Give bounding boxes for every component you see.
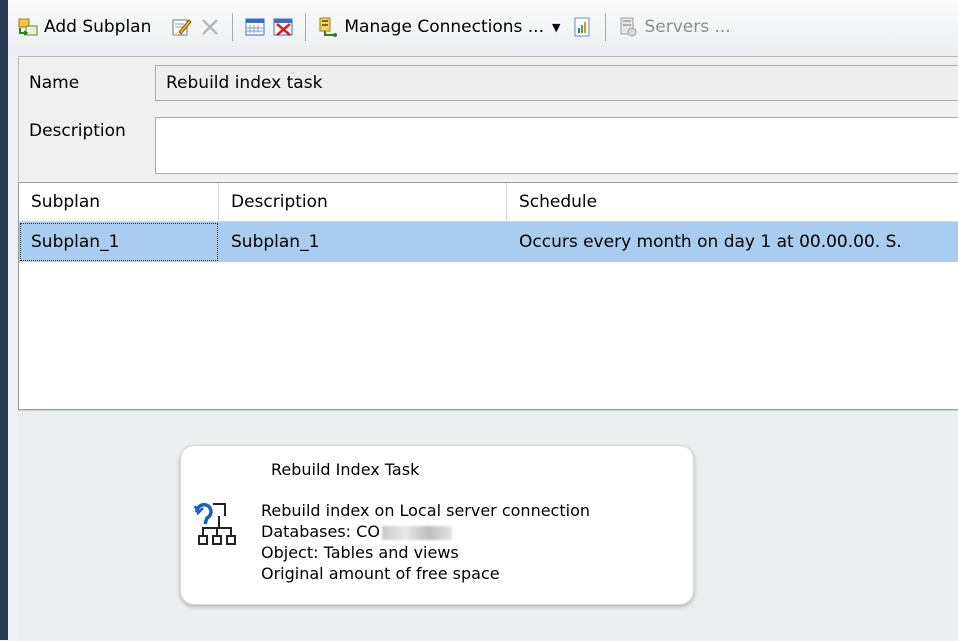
servers-label: Servers ...: [644, 17, 731, 37]
column-header-description[interactable]: Description: [219, 183, 507, 221]
calendar-icon: [245, 18, 265, 36]
report-icon: [574, 17, 590, 37]
task-details: Rebuild index on Local server connection…: [261, 500, 590, 584]
toolbar-separator: [305, 13, 307, 41]
redacted-text: [381, 525, 452, 540]
rebuild-index-icon: [193, 502, 236, 545]
toolbar: Add Subplan Manage Connections ... ▼ Ser…: [8, 0, 958, 54]
add-subplan-icon: [18, 18, 38, 36]
column-header-schedule[interactable]: Schedule: [507, 183, 958, 221]
manage-connections-label: Manage Connections ...: [344, 17, 544, 37]
table-row[interactable]: Subplan_1 Subplan_1 Occurs every month o…: [19, 222, 958, 262]
remove-schedule-icon: [273, 18, 293, 36]
window-left-edge: [0, 0, 8, 640]
toolbar-separator: [605, 13, 607, 41]
task-line-object: Object: Tables and views: [261, 543, 459, 562]
name-field[interactable]: Rebuild index task: [155, 65, 958, 101]
databases-text: Databases: CO: [261, 522, 380, 541]
name-row: Name Rebuild index task: [19, 57, 958, 109]
servers-icon: [620, 17, 637, 37]
task-title: Rebuild Index Task: [271, 460, 420, 479]
subplan-schedule-button[interactable]: [241, 7, 269, 47]
delete-subplan-button[interactable]: [196, 7, 224, 47]
task-line-connection: Rebuild index on Local server connection: [261, 501, 590, 520]
grid-header: Subplan Description Schedule: [19, 183, 958, 222]
close-icon: [202, 19, 219, 35]
rebuild-index-task-box[interactable]: Rebuild Index Task Rebuild index on Loca…: [180, 445, 694, 605]
remove-schedule-button[interactable]: [269, 7, 297, 47]
server-connection-icon: [319, 17, 338, 37]
manage-connections-button[interactable]: Manage Connections ... ▼: [314, 7, 563, 47]
cell-subplan[interactable]: Subplan_1: [19, 222, 219, 262]
edit-properties-icon: [172, 19, 193, 36]
cell-description[interactable]: Subplan_1: [219, 222, 507, 262]
column-header-subplan[interactable]: Subplan: [19, 183, 219, 221]
edit-subplan-button[interactable]: [168, 7, 196, 47]
task-line-databases: Databases: CO: [261, 521, 590, 542]
task-line-free-space: Original amount of free space: [261, 564, 500, 583]
description-field[interactable]: [155, 117, 958, 174]
cell-schedule[interactable]: Occurs every month on day 1 at 00.00.00.…: [507, 222, 958, 262]
name-label: Name: [29, 73, 80, 93]
plan-properties: Name Rebuild index task Description: [18, 56, 958, 181]
toolbar-separator: [232, 13, 234, 41]
chevron-down-icon[interactable]: ▼: [552, 21, 560, 34]
servers-button[interactable]: Servers ...: [614, 7, 733, 47]
reporting-button[interactable]: [569, 7, 597, 47]
design-surface: Rebuild Index Task Rebuild index on Loca…: [18, 410, 958, 641]
description-label: Description: [29, 121, 126, 141]
add-subplan-label: Add Subplan: [44, 17, 152, 37]
add-subplan-button[interactable]: Add Subplan: [14, 7, 154, 47]
subplan-grid: Subplan Description Schedule Subplan_1 S…: [18, 182, 958, 410]
